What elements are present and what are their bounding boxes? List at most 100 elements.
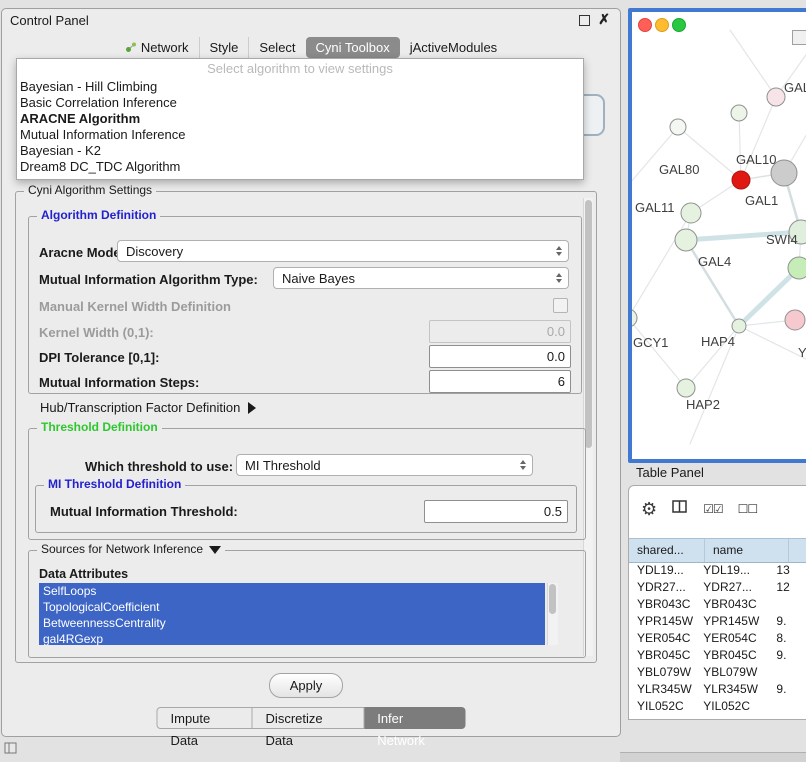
aracne-mode-select[interactable]: Discovery <box>117 240 569 262</box>
close-window-button[interactable] <box>638 18 652 32</box>
float-panel-icon[interactable] <box>579 15 590 26</box>
table-cell: YBL079W <box>695 664 768 681</box>
aracne-mode-value: Discovery <box>126 244 183 259</box>
tab-label: Network <box>141 40 189 55</box>
column-header[interactable] <box>789 539 806 562</box>
table-row[interactable]: YLR345WYLR345W9. <box>629 681 806 698</box>
kernel-width-field[interactable]: 0.0 <box>429 320 571 343</box>
gear-icon[interactable]: ⚙ <box>641 499 657 519</box>
algorithm-list: Bayesian - Hill ClimbingBasic Correlatio… <box>17 79 583 175</box>
table-row[interactable]: YDL19...YDL19...13 <box>629 562 806 579</box>
table-row[interactable]: YDR27...YDR27...12 <box>629 579 806 596</box>
attribute-item[interactable]: BetweennessCentrality <box>39 615 545 631</box>
mi-threshold-legend: MI Threshold Definition <box>44 477 185 491</box>
network-node-pink-right[interactable] <box>785 310 805 330</box>
network-node-hap2[interactable] <box>677 379 695 397</box>
algorithm-option[interactable]: Basic Correlation Inference <box>17 95 583 111</box>
table-cell <box>768 596 806 613</box>
table-row[interactable]: YER054CYER054C8. <box>629 630 806 647</box>
bottom-tab-infer-network[interactable]: Infer Network <box>364 707 465 729</box>
tab-cyni-toolbox[interactable]: Cyni Toolbox <box>306 37 400 58</box>
algorithm-option[interactable]: Dream8 DC_TDC Algorithm <box>17 159 583 175</box>
mi-type-label: Mutual Information Algorithm Type: <box>39 272 258 287</box>
dpi-tolerance-field[interactable]: 0.0 <box>429 345 571 368</box>
attribute-item[interactable]: TopologicalCoefficient <box>39 599 545 615</box>
algorithm-option[interactable]: ARACNE Algorithm <box>17 111 583 127</box>
which-threshold-select[interactable]: MI Threshold <box>236 454 533 476</box>
close-icon[interactable]: ✗ <box>598 11 610 28</box>
node-label: GAL80 <box>659 162 699 177</box>
table-cell: YBR045C <box>695 647 768 664</box>
mi-steps-label: Mutual Information Steps: <box>39 375 199 390</box>
node-label: GAL <box>784 80 806 95</box>
attribute-item[interactable]: SelfLoops <box>39 583 545 599</box>
bottom-tab-impute-data[interactable]: Impute Data <box>157 707 253 729</box>
network-node-gcy1[interactable] <box>632 309 637 327</box>
apply-button[interactable]: Apply <box>269 673 343 698</box>
attribute-item[interactable]: gal4RGexp <box>39 631 545 645</box>
desktop: Control Panel ✗ Network StyleSelectCyni T… <box>0 0 806 762</box>
tab-select[interactable]: Select <box>248 37 305 58</box>
network-node-gal4[interactable] <box>675 229 697 251</box>
column-browser-icon[interactable] <box>672 500 688 519</box>
bottom-tab-discretize-data[interactable]: Discretize Data <box>253 707 365 729</box>
network-node-pink-top[interactable] <box>767 88 785 106</box>
table-row[interactable]: YPR145WYPR145W9. <box>629 613 806 630</box>
data-attributes-list[interactable]: SelfLoopsTopologicalCoefficientBetweenne… <box>39 583 545 645</box>
table-panel-title: Table Panel <box>636 465 704 480</box>
table-cell: YBL079W <box>629 664 695 681</box>
network-node-bright-green[interactable] <box>788 257 806 279</box>
tab-style[interactable]: Style <box>199 37 249 58</box>
select-all-icon[interactable]: ☑☑ <box>703 502 723 516</box>
threshold-definition-legend: Threshold Definition <box>37 420 162 434</box>
tab-jactivemodules[interactable]: jActiveModules <box>400 37 507 58</box>
network-node-hap4[interactable] <box>732 319 746 333</box>
hub-section-toggle[interactable]: Hub/Transcription Factor Definition <box>40 400 256 415</box>
column-header[interactable]: shared... <box>629 539 705 562</box>
table-cell: YPR145W <box>629 613 695 630</box>
tab-network[interactable]: Network <box>115 37 199 58</box>
network-node-gal11[interactable] <box>681 203 701 223</box>
sources-group: Sources for Network Inference Data Attri… <box>28 550 586 658</box>
network-tab-icon <box>125 41 137 53</box>
table-row[interactable]: YBL079WYBL079W <box>629 664 806 681</box>
expand-right-icon[interactable] <box>248 402 256 414</box>
node-label: GCY1 <box>633 335 668 350</box>
control-panel-titlebar[interactable]: Control Panel ✗ <box>2 9 620 31</box>
algorithm-option[interactable]: Mutual Information Inference <box>17 127 583 143</box>
network-edge <box>686 240 739 326</box>
table-cell: YIL052C <box>629 698 695 715</box>
table-cell: 13 <box>768 562 806 579</box>
mi-steps-field[interactable]: 6 <box>429 370 571 393</box>
attributes-scrollbar[interactable] <box>547 583 558 645</box>
network-node-gal10-red[interactable] <box>732 171 750 189</box>
table-row[interactable]: YBR043CYBR043C <box>629 596 806 613</box>
table-row[interactable]: YIL052CYIL052C <box>629 698 806 715</box>
table-cell: YLR345W <box>695 681 768 698</box>
show-panel-icon[interactable] <box>4 741 18 755</box>
bottom-dock-strip <box>620 752 806 762</box>
network-node-green-top[interactable] <box>731 105 747 121</box>
network-node-faint-left[interactable] <box>670 119 686 135</box>
settings-scrollbar-thumb[interactable] <box>585 200 592 448</box>
table-cell <box>768 698 806 715</box>
sources-legend[interactable]: Sources for Network Inference <box>37 542 225 556</box>
table-cell: 8. <box>768 630 806 647</box>
column-header[interactable]: name <box>705 539 789 562</box>
table-cell: YPR145W <box>695 613 768 630</box>
zoom-window-button[interactable] <box>672 18 686 32</box>
attributes-scrollbar-thumb[interactable] <box>549 584 556 614</box>
deselect-all-icon[interactable]: ☐☐ <box>738 502 758 516</box>
network-view-window[interactable]: GAL80GAL10GAL11GAL1SWI4GAL4GCY1HAP4HAP2G… <box>628 8 806 463</box>
network-tool-icon[interactable] <box>792 30 806 45</box>
mi-threshold-field[interactable]: 0.5 <box>424 500 568 523</box>
algorithm-option[interactable]: Bayesian - Hill Climbing <box>17 79 583 95</box>
algorithm-option[interactable]: Bayesian - K2 <box>17 143 583 159</box>
table-row[interactable]: YBR045CYBR045C9. <box>629 647 806 664</box>
minimize-window-button[interactable] <box>655 18 669 32</box>
algorithm-dropdown-popup: Select algorithm to view settings Bayesi… <box>16 58 584 180</box>
mi-type-select[interactable]: Naive Bayes <box>273 267 569 289</box>
manual-kernel-checkbox[interactable] <box>553 298 568 313</box>
collapse-down-icon[interactable] <box>209 546 221 554</box>
network-canvas[interactable]: GAL80GAL10GAL11GAL1SWI4GAL4GCY1HAP4HAP2G… <box>632 12 806 451</box>
